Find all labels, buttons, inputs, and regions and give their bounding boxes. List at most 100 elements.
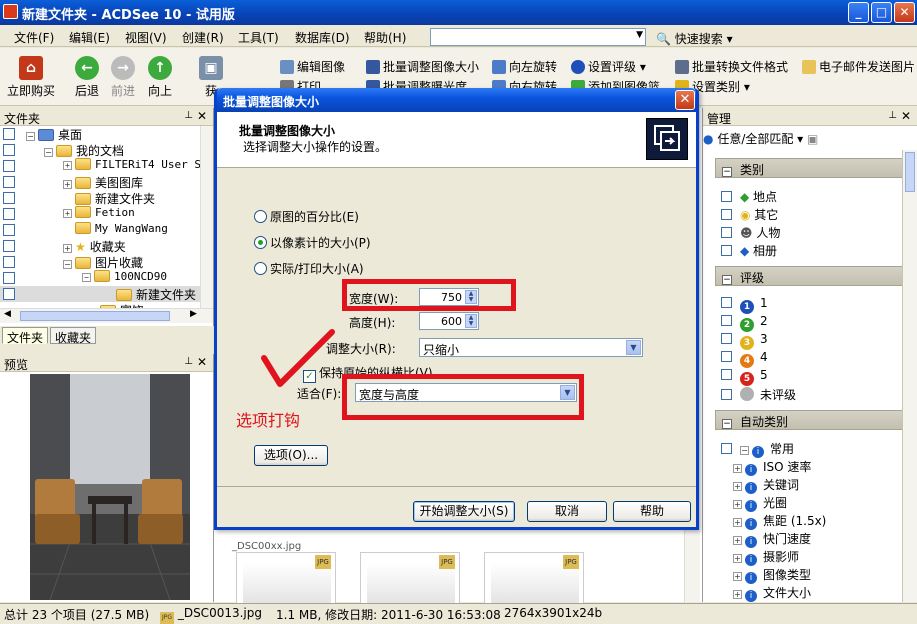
expand-icon[interactable]: + (733, 554, 742, 563)
category-item[interactable]: ☻ 人物 (721, 224, 780, 240)
categories-section-header[interactable]: − 类别 (715, 158, 903, 178)
rotate-right-button[interactable]: 向右旋转 (492, 78, 557, 88)
rating-item[interactable]: 未评级 (721, 386, 796, 402)
up-button[interactable]: ↑ 向上 (145, 56, 175, 99)
window-title-bar[interactable]: 新建文件夹 - ACDSee 10 - 试用版 _ □ ✕ (0, 0, 917, 25)
rotate-left-button[interactable]: 向左旋转 (492, 58, 557, 75)
search-dropdown-icon[interactable]: ▼ (636, 30, 643, 40)
tree-checkbox[interactable] (3, 144, 15, 156)
expand-icon[interactable]: + (63, 209, 72, 218)
category-checkbox[interactable] (721, 191, 732, 202)
tree-item[interactable]: + Fetion (0, 206, 200, 222)
panel-close-icon[interactable]: ✕ (197, 355, 207, 369)
tab-favorites[interactable]: 收藏夹 (50, 327, 97, 345)
collapse-icon[interactable]: − (82, 273, 91, 282)
radio-button[interactable] (254, 210, 267, 223)
tree-item[interactable]: − 我的文档 (0, 142, 200, 158)
pixels-radio[interactable]: 以像素计的大小(P) (254, 234, 371, 251)
auto-category-item[interactable]: + i 光圈 (733, 494, 787, 512)
tree-checkbox[interactable] (3, 256, 15, 268)
forward-button[interactable]: → 前进 (108, 56, 138, 99)
help-button[interactable]: 帮助 (613, 501, 691, 522)
scroll-left-icon[interactable]: ◀ (4, 309, 11, 319)
expand-icon[interactable]: + (733, 464, 742, 473)
add-basket-button[interactable]: 添加到图像篮 (571, 78, 660, 88)
panel-close-icon[interactable]: ✕ (197, 109, 207, 123)
tree-checkbox[interactable] (3, 224, 15, 236)
menu-tools[interactable]: 工具(T) (238, 29, 279, 46)
rating-item[interactable]: 55 (721, 368, 768, 386)
category-checkbox[interactable] (721, 227, 732, 238)
rating-checkbox[interactable] (721, 389, 732, 400)
maximize-button[interactable]: □ (871, 2, 892, 23)
radio-button-selected[interactable] (254, 236, 267, 249)
auto-categories-section-header[interactable]: − 自动类别 (715, 410, 903, 430)
scroll-thumb[interactable] (905, 152, 915, 192)
expand-icon[interactable]: + (733, 500, 742, 509)
category-checkbox[interactable] (721, 245, 732, 256)
rating-checkbox[interactable] (721, 297, 732, 308)
expand-icon[interactable]: + (63, 180, 72, 189)
panel-close-icon[interactable]: ✕ (901, 109, 911, 123)
expand-icon[interactable]: + (63, 161, 72, 170)
collapse-icon[interactable]: − (63, 260, 72, 269)
expand-icon[interactable]: + (733, 536, 742, 545)
menu-database[interactable]: 数据库(D) (295, 29, 350, 46)
expand-icon[interactable]: + (733, 590, 742, 599)
tree-checkbox[interactable] (3, 240, 15, 252)
minimize-button[interactable]: _ (848, 2, 869, 23)
menu-help[interactable]: 帮助(H) (364, 29, 406, 46)
expand-icon[interactable]: + (733, 482, 742, 491)
spin-arrows-icon[interactable]: ▲ ▼ (465, 314, 477, 328)
category-item[interactable]: ◉ 其它 (721, 206, 778, 222)
tree-item-selected[interactable]: 新建文件夹 (0, 286, 200, 302)
percent-radio[interactable]: 原图的百分比(E) (254, 208, 359, 225)
auto-category-item[interactable]: + i 文件大小 (733, 584, 811, 602)
tree-checkbox[interactable] (3, 192, 15, 204)
tree-item[interactable]: − 100NCD90 (0, 270, 200, 286)
tree-item[interactable]: − 桌面 (0, 126, 200, 142)
rating-checkbox[interactable] (721, 315, 732, 326)
tree-item[interactable]: + ★ 收藏夹 (0, 238, 200, 254)
radio-button[interactable] (254, 262, 267, 275)
rating-item[interactable]: 44 (721, 350, 768, 368)
quick-search-button[interactable]: 🔍 快速搜索 ▾ (656, 30, 733, 47)
scroll-right-icon[interactable]: ▶ (190, 309, 197, 319)
batch-exposure-button[interactable]: 批量调整曝光度 (366, 78, 467, 88)
collapse-icon[interactable]: − (26, 132, 35, 141)
tree-checkbox[interactable] (3, 128, 15, 140)
tree-checkbox[interactable] (3, 176, 15, 188)
menu-file[interactable]: 文件(F) (14, 29, 54, 46)
tree-item[interactable]: − 图片收藏 (0, 254, 200, 270)
collapse-icon[interactable]: − (722, 167, 732, 177)
tab-folders[interactable]: 文件夹 (2, 327, 49, 345)
print-button[interactable]: 打印 (280, 78, 321, 88)
auto-category-item[interactable]: + i 图像类型 (733, 566, 811, 584)
match-filter[interactable]: ● 任意/全部匹配 ▾ ▣ (703, 130, 818, 147)
set-rating-button[interactable]: 设置评级 ▾ (571, 58, 646, 75)
category-item[interactable]: ◆ 相册 (721, 242, 777, 258)
auto-category-checkbox[interactable] (721, 443, 732, 454)
tree-item[interactable]: My WangWang (0, 222, 200, 238)
dialog-title-bar[interactable]: 批量调整图像大小 (217, 88, 696, 112)
rating-checkbox[interactable] (721, 333, 732, 344)
rating-item[interactable]: 22 (721, 314, 768, 332)
menu-edit[interactable]: 编辑(E) (69, 29, 110, 46)
rating-checkbox[interactable] (721, 351, 732, 362)
expand-icon[interactable]: + (733, 518, 742, 527)
cancel-button[interactable]: 取消 (527, 501, 607, 522)
edit-image-button[interactable]: 编辑图像 (280, 58, 345, 75)
auto-category-item[interactable]: + i 关键词 (733, 476, 799, 494)
chevron-down-icon[interactable]: ▼ (626, 340, 641, 355)
menu-create[interactable]: 创建(R) (182, 29, 224, 46)
tree-vscrollbar[interactable] (200, 126, 213, 308)
dialog-close-button[interactable]: ✕ (675, 90, 695, 110)
tree-item[interactable]: 新建文件夹 (0, 190, 200, 206)
rating-item[interactable]: 11 (721, 296, 768, 314)
pin-icon[interactable]: ⊥ (184, 356, 193, 367)
organize-scrollbar[interactable] (902, 150, 917, 602)
category-item[interactable]: ◆ 地点 (721, 188, 777, 204)
tree-checkbox[interactable] (3, 272, 15, 284)
collapse-icon[interactable]: − (44, 148, 53, 157)
auto-category-item[interactable]: − i 常用 (721, 440, 794, 458)
